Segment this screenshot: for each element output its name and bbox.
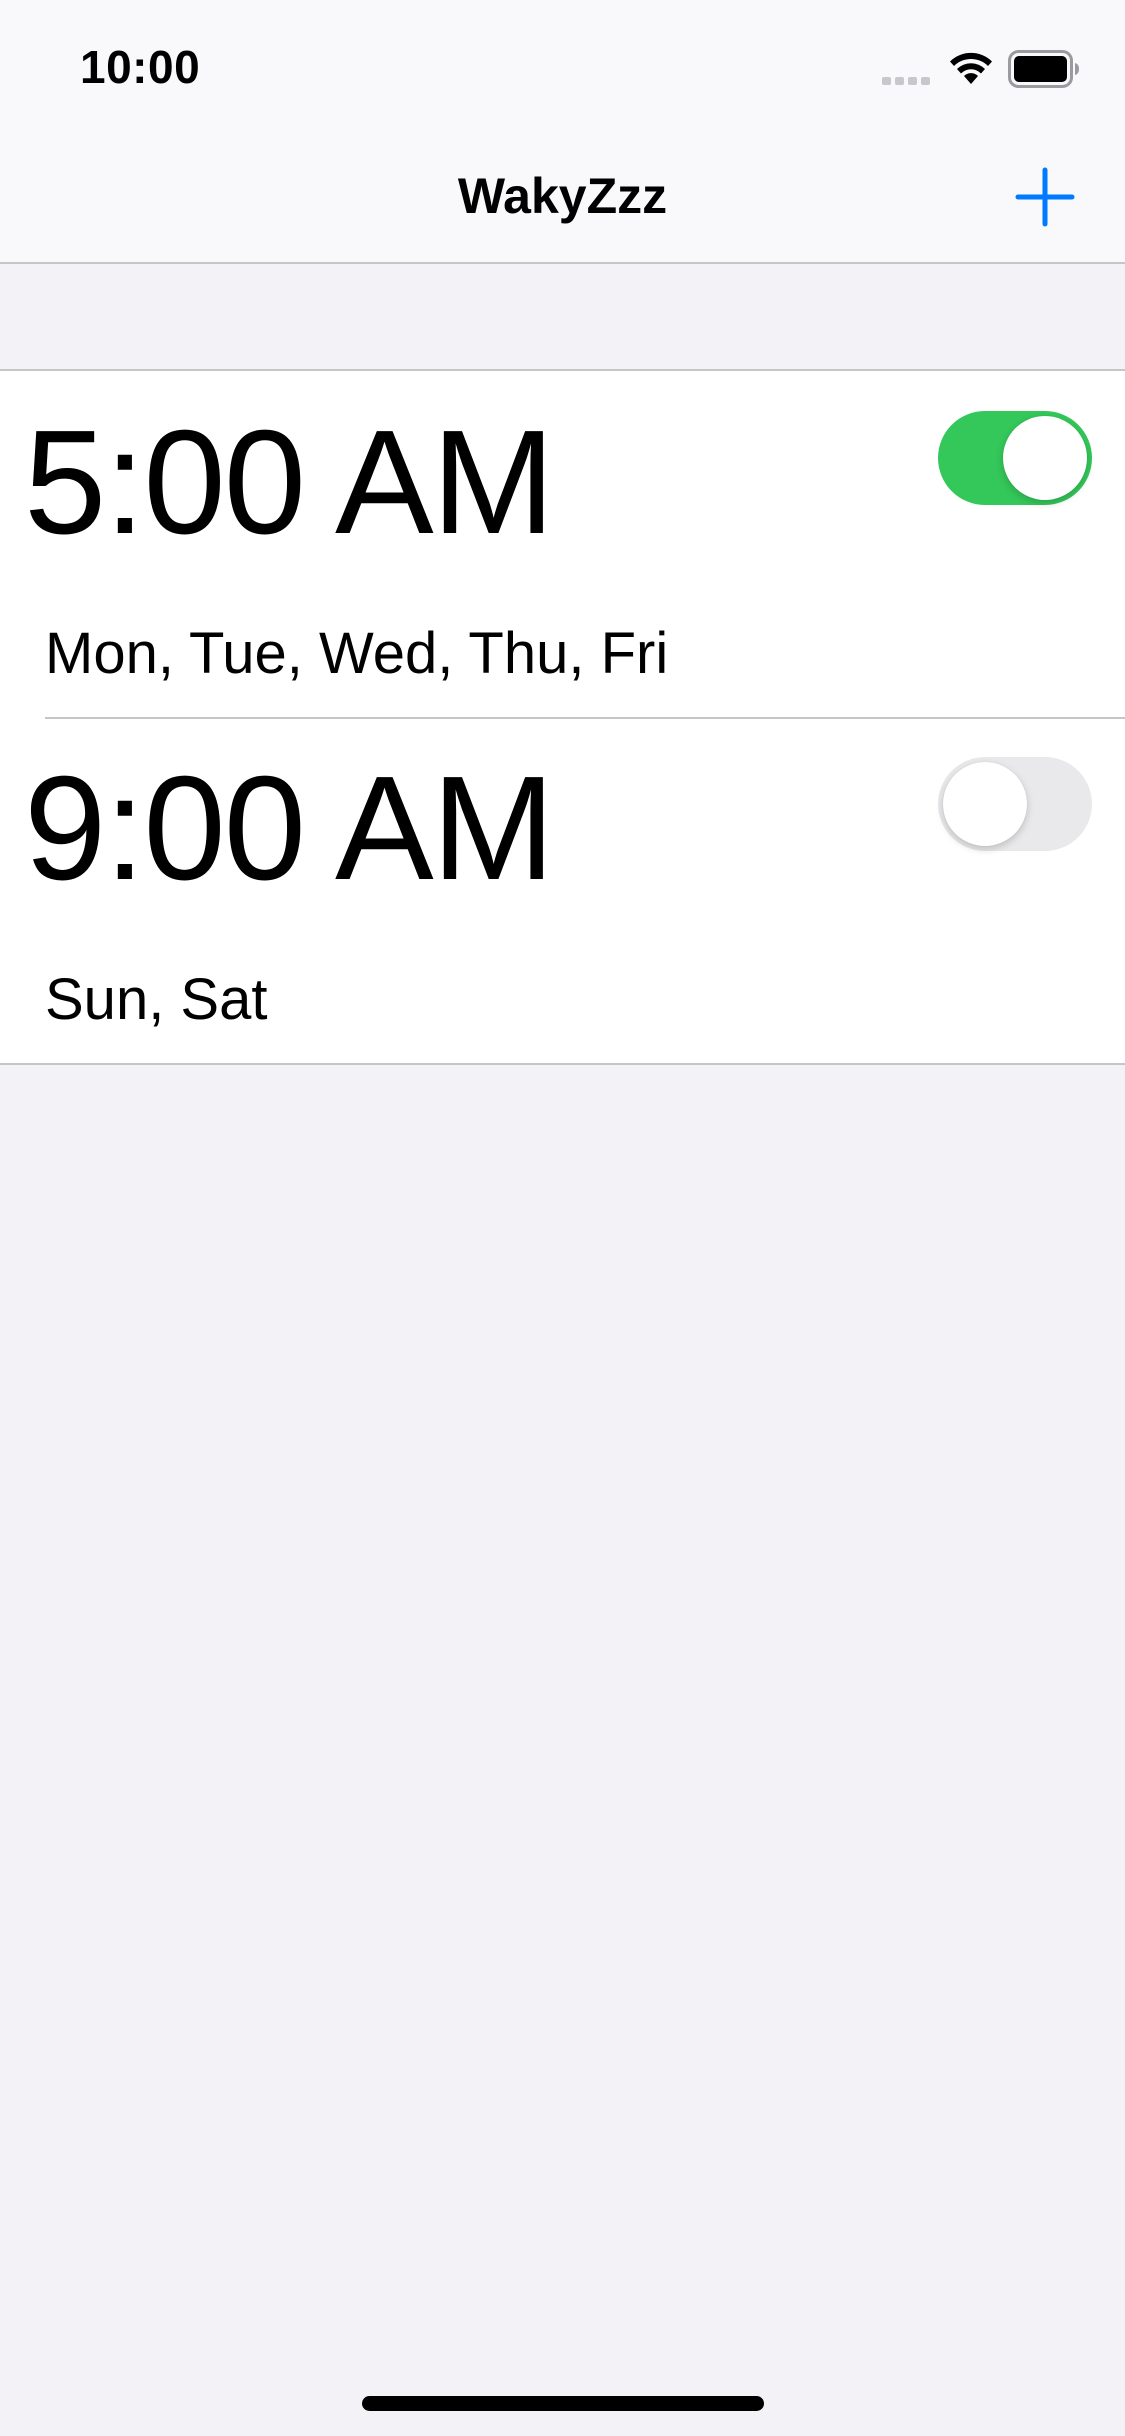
wifi-icon (950, 52, 992, 84)
alarm-days: Sun, Sat (45, 967, 268, 1032)
home-indicator[interactable] (362, 2396, 764, 2411)
plus-icon (1015, 167, 1075, 227)
cellular-signal-icon (882, 77, 930, 85)
alarm-toggle[interactable] (938, 411, 1092, 505)
toggle-knob (943, 762, 1027, 846)
alarm-row[interactable]: 5:00 AM Mon, Tue, Wed, Thu, Fri (0, 371, 1125, 717)
alarm-time: 5:00 AM (24, 400, 555, 565)
alarm-row[interactable]: 9:00 AM Sun, Sat (0, 717, 1125, 1063)
alarm-list: 5:00 AM Mon, Tue, Wed, Thu, Fri 9:00 AM … (0, 369, 1125, 1065)
battery-icon (1008, 50, 1079, 88)
status-bar: 10:00 (0, 0, 1125, 132)
navigation-bar: WakyZzz (0, 132, 1125, 264)
toggle-knob (1003, 416, 1087, 500)
status-time: 10:00 (80, 41, 201, 93)
alarm-toggle[interactable] (938, 757, 1092, 851)
alarm-days: Mon, Tue, Wed, Thu, Fri (45, 621, 669, 686)
alarm-time: 9:00 AM (24, 746, 555, 911)
add-alarm-button[interactable] (1010, 162, 1080, 232)
page-title: WakyZzz (457, 168, 668, 224)
